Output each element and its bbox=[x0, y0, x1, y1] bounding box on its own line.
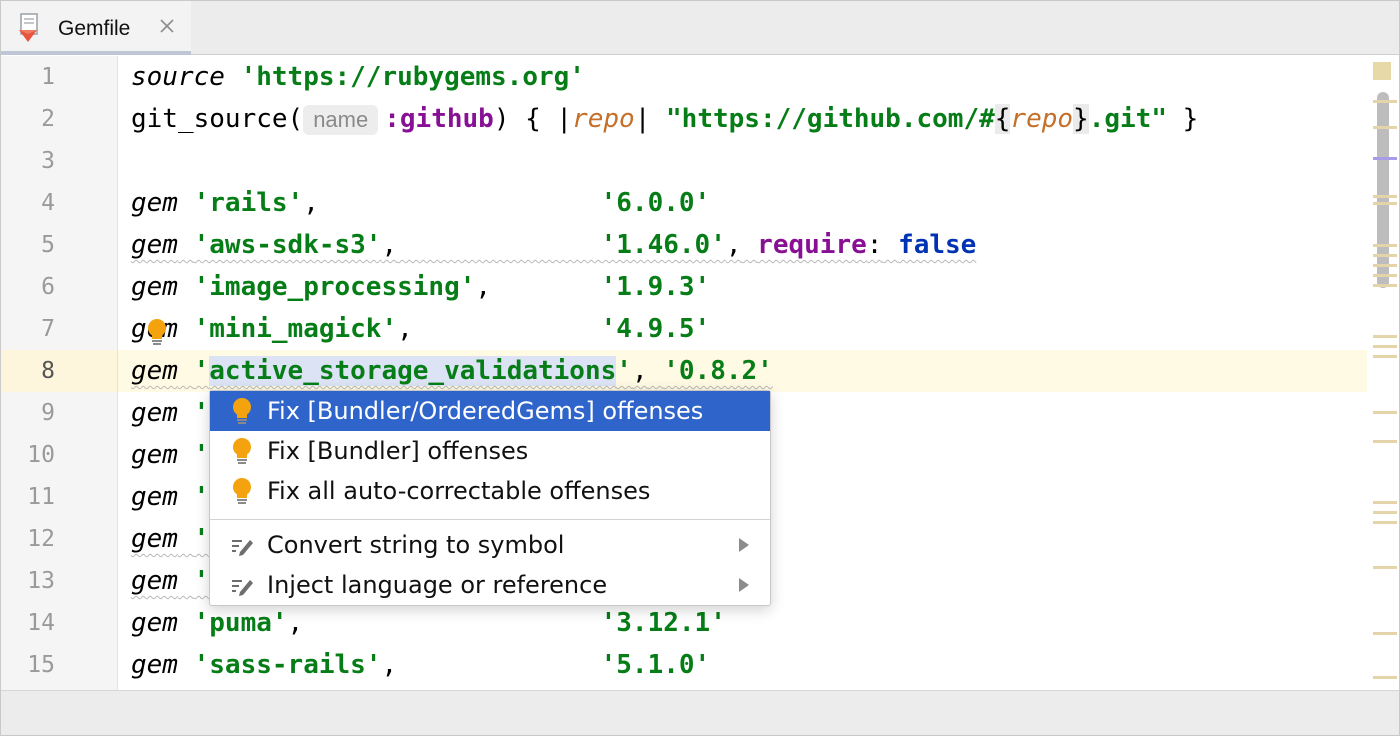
line-number: 7 bbox=[41, 316, 55, 342]
intention-actions-popup: Fix [Bundler/OrderedGems] offenses Fix [… bbox=[209, 390, 771, 606]
gemfile-icon bbox=[19, 13, 38, 42]
line-number: 11 bbox=[27, 484, 55, 510]
bulb-icon bbox=[233, 398, 251, 424]
menu-item-label: Fix [Bundler/OrderedGems] offenses bbox=[267, 397, 704, 425]
inject-language-item[interactable]: Inject language or reference bbox=[210, 565, 770, 605]
menu-item-label: Fix all auto-correctable offenses bbox=[267, 477, 651, 505]
warning-marker[interactable] bbox=[1373, 100, 1397, 103]
bulb-icon bbox=[233, 478, 251, 504]
pencil-icon bbox=[232, 580, 253, 596]
selected-text: active_storage_validations bbox=[209, 356, 617, 386]
code-line[interactable]: 7 gem 'mini_magick', '4.9.5' bbox=[1, 308, 1368, 350]
warning-marker[interactable] bbox=[1373, 501, 1397, 504]
warning-marker[interactable] bbox=[1373, 676, 1397, 679]
line-number: 3 bbox=[41, 148, 55, 174]
fix-all-offenses-item[interactable]: Fix all auto-correctable offenses bbox=[210, 471, 770, 511]
warning-marker[interactable] bbox=[1373, 411, 1397, 414]
close-icon[interactable] bbox=[157, 16, 177, 36]
tab-label: Gemfile bbox=[58, 17, 131, 40]
warning-marker[interactable] bbox=[1373, 202, 1397, 205]
line-number: 13 bbox=[27, 568, 55, 594]
code-line[interactable]: 15 gem 'sass-rails', '5.1.0' bbox=[1, 644, 1368, 686]
warning-marker[interactable] bbox=[1373, 126, 1397, 129]
warning-marker[interactable] bbox=[1373, 566, 1397, 569]
tab-gemfile[interactable]: Gemfile bbox=[1, 1, 191, 55]
convert-string-to-symbol-item[interactable]: Convert string to symbol bbox=[210, 525, 770, 565]
warning-marker[interactable] bbox=[1373, 254, 1397, 257]
line-number: 14 bbox=[27, 610, 55, 636]
code-text: source 'https://rubygems.org' bbox=[131, 62, 585, 92]
code-text: gem 'aws-sdk-s3', '1.46.0', require: fal… bbox=[131, 230, 977, 260]
warning-marker[interactable] bbox=[1373, 521, 1397, 524]
fix-ordered-gems-offenses-item[interactable]: Fix [Bundler/OrderedGems] offenses bbox=[210, 391, 770, 431]
menu-separator bbox=[210, 519, 770, 520]
line-number: 9 bbox=[41, 400, 55, 426]
tab-bar: Gemfile bbox=[1, 1, 1399, 55]
pencil-icon bbox=[232, 540, 253, 556]
line-number: 4 bbox=[41, 190, 55, 216]
line-number: 10 bbox=[27, 442, 55, 468]
warning-marker[interactable] bbox=[1373, 440, 1397, 443]
code-text: gem 'rails', '6.0.0' bbox=[131, 188, 711, 218]
menu-item-label: Inject language or reference bbox=[267, 571, 608, 599]
code-line[interactable]: 5 gem 'aws-sdk-s3', '1.46.0', require: f… bbox=[1, 224, 1368, 266]
error-stripe[interactable] bbox=[1367, 56, 1398, 690]
menu-item-label: Convert string to symbol bbox=[267, 531, 565, 559]
code-line[interactable]: 4 gem 'rails', '6.0.0' bbox=[1, 182, 1368, 224]
warning-marker[interactable] bbox=[1373, 284, 1397, 287]
code-text: git_source(name:github) { |repo| "https:… bbox=[131, 104, 1199, 135]
warning-marker[interactable] bbox=[1373, 632, 1397, 635]
code-line[interactable]: 3 bbox=[1, 140, 1368, 182]
code-text: gem 'puma', '3.12.1' bbox=[131, 608, 726, 638]
bulb-icon bbox=[233, 438, 251, 464]
code-line-current[interactable]: 8 gem 'active_storage_validations', '0.8… bbox=[1, 350, 1368, 392]
code-text: gem 'image_processing', '1.9.3' bbox=[131, 272, 711, 302]
warning-marker[interactable] bbox=[1373, 335, 1397, 338]
warning-marker[interactable] bbox=[1373, 345, 1397, 348]
code-line[interactable]: 2 git_source(name:github) { |repo| "http… bbox=[1, 98, 1368, 140]
code-line[interactable]: 1 source 'https://rubygems.org' bbox=[1, 56, 1368, 98]
code-line[interactable]: 6 gem 'image_processing', '1.9.3' bbox=[1, 266, 1368, 308]
line-number: 8 bbox=[41, 358, 55, 384]
bulb-icon[interactable] bbox=[146, 318, 168, 348]
warning-marker[interactable] bbox=[1373, 264, 1397, 267]
scrollbar-thumb[interactable] bbox=[1377, 92, 1389, 288]
parameter-hint: name bbox=[303, 105, 379, 135]
line-number: 5 bbox=[41, 232, 55, 258]
code-line[interactable]: 14 gem 'puma', '3.12.1' bbox=[1, 602, 1368, 644]
line-number: 6 bbox=[41, 274, 55, 300]
warning-marker[interactable] bbox=[1373, 355, 1397, 358]
inspection-status-icon[interactable] bbox=[1373, 62, 1391, 80]
menu-item-label: Fix [Bundler] offenses bbox=[267, 437, 529, 465]
line-number: 12 bbox=[27, 526, 55, 552]
line-number: 1 bbox=[41, 64, 55, 90]
code-text: gem 'active_storage_validations', '0.8.2… bbox=[131, 356, 773, 386]
warning-marker[interactable] bbox=[1373, 274, 1397, 277]
fix-bundler-offenses-item[interactable]: Fix [Bundler] offenses bbox=[210, 431, 770, 471]
code-text: gem 'sass-rails', '5.1.0' bbox=[131, 650, 711, 680]
submenu-arrow-icon bbox=[739, 578, 749, 592]
submenu-arrow-icon bbox=[739, 538, 749, 552]
code-text: gem 'mini_magick', '4.9.5' bbox=[131, 314, 711, 344]
line-number: 2 bbox=[41, 106, 55, 132]
warning-marker[interactable] bbox=[1373, 244, 1397, 247]
status-bar bbox=[1, 690, 1399, 735]
line-number: 15 bbox=[27, 652, 55, 678]
warning-marker[interactable] bbox=[1373, 195, 1397, 198]
usage-marker[interactable] bbox=[1373, 157, 1397, 160]
warning-marker[interactable] bbox=[1373, 511, 1397, 514]
